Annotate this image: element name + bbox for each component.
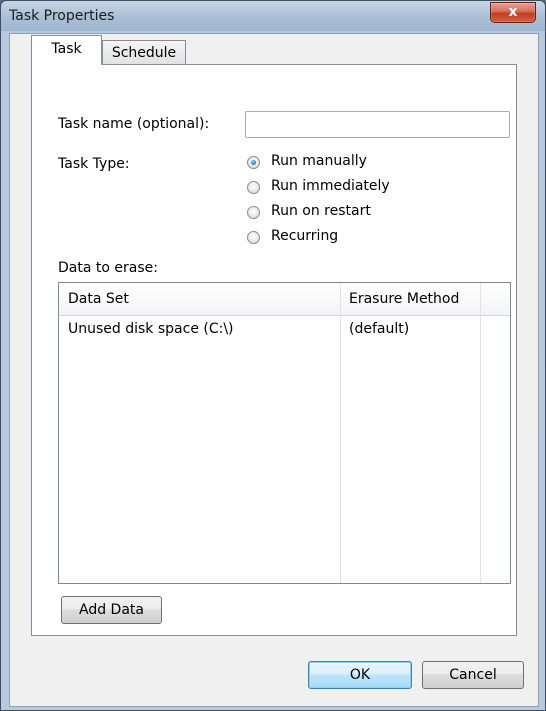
add-data-button-label: Add Data <box>79 602 144 618</box>
column-header-erasure-method[interactable]: Erasure Method <box>349 291 459 307</box>
window-title: Task Properties <box>9 8 115 24</box>
task-name-input[interactable] <box>245 111 510 138</box>
close-button[interactable]: x <box>490 2 536 23</box>
radio-run-immediately-label: Run immediately <box>271 178 390 194</box>
radio-unchecked-icon <box>247 206 260 219</box>
tab-schedule-label: Schedule <box>111 45 177 61</box>
task-name-label: Task name (optional): <box>58 116 210 132</box>
data-to-erase-label: Data to erase: <box>58 260 158 276</box>
radio-run-manually-label: Run manually <box>271 153 367 169</box>
add-data-button[interactable]: Add Data <box>61 596 162 624</box>
task-type-label: Task Type: <box>58 156 130 172</box>
list-header: Data Set Erasure Method <box>59 283 510 316</box>
radio-unchecked-icon <box>247 181 260 194</box>
cell-data-set: Unused disk space (C:\) <box>68 321 234 337</box>
cancel-button[interactable]: Cancel <box>422 661 524 689</box>
list-item[interactable]: Unused disk space (C:\) (default) <box>59 317 510 341</box>
radio-recurring-label: Recurring <box>271 228 339 244</box>
tab-task-label: Task <box>51 41 82 57</box>
ok-button-label: OK <box>349 667 371 683</box>
tab-task[interactable]: Task <box>31 35 102 65</box>
ok-button[interactable]: OK <box>308 661 412 689</box>
title-bar[interactable]: Task Properties x <box>1 1 545 31</box>
radio-checked-icon <box>247 156 260 169</box>
radio-unchecked-icon <box>247 231 260 244</box>
radio-run-on-restart-label: Run on restart <box>271 203 371 219</box>
data-to-erase-list[interactable]: Data Set Erasure Method Unused disk spac… <box>58 282 511 584</box>
tab-schedule[interactable]: Schedule <box>102 40 186 65</box>
column-header-data-set[interactable]: Data Set <box>68 291 129 307</box>
cancel-button-label: Cancel <box>449 667 497 683</box>
close-icon: x <box>508 4 518 20</box>
cell-erasure-method: (default) <box>349 321 410 337</box>
